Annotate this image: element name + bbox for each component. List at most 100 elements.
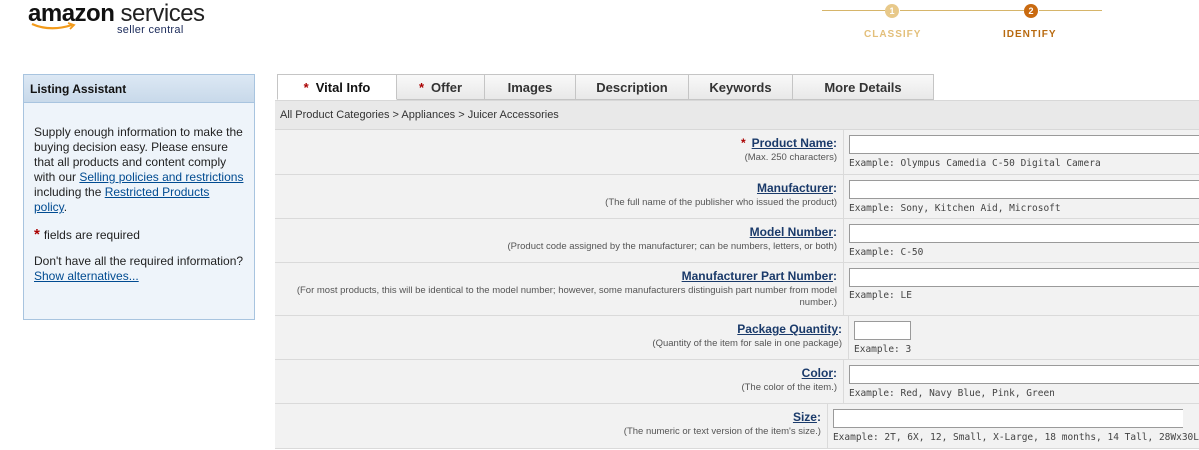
field-example: Example: Sony, Kitchen Aid, Microsoft xyxy=(849,203,1061,214)
label-colon: : xyxy=(833,136,837,150)
required-star-icon: * xyxy=(418,80,424,95)
field-name: Package Quantity: xyxy=(275,322,842,336)
field-input-cell: Example: C-50 xyxy=(844,219,1199,262)
tab-label: Images xyxy=(507,80,553,95)
label-colon: : xyxy=(833,366,837,380)
manufacturer-help-link[interactable]: Manufacturer xyxy=(757,181,833,195)
field-description: (Max. 250 characters) xyxy=(744,152,837,163)
vital-info-form: All Product Categories > Appliances > Ju… xyxy=(275,100,1199,449)
assistant-intro-period: . xyxy=(63,200,68,214)
field-label-cell: Color: (The color of the item.) xyxy=(275,360,844,403)
field-description: (For most products, this will be identic… xyxy=(296,285,837,308)
field-name: Manufacturer: xyxy=(275,181,837,195)
manufacturer-input[interactable] xyxy=(849,180,1199,199)
alternatives-text: Don't have all the required information? xyxy=(34,254,244,268)
step-1-label: CLASSIFY xyxy=(864,29,922,40)
color-help-link[interactable]: Color xyxy=(802,366,833,380)
listing-assistant-panel: Listing Assistant Supply enough informat… xyxy=(23,74,255,320)
model-number-input[interactable] xyxy=(849,224,1199,243)
field-label-cell: Manufacturer Part Number: (For most produ… xyxy=(275,263,844,315)
field-row-manufacturer-part-number: Manufacturer Part Number: (For most produ… xyxy=(275,263,1199,316)
size-help-link[interactable]: Size xyxy=(793,410,817,424)
amazon-smile-icon xyxy=(31,22,76,30)
field-row-model-number: Model Number: (Product code assigned by t… xyxy=(275,219,1199,263)
progress-steps: 1 CLASSIFY 2 IDENTIFY xyxy=(822,0,1104,45)
progress-line-right xyxy=(1039,10,1102,11)
tab-label: More Details xyxy=(824,80,902,95)
field-input-cell: Example: Olympus Camedia C-50 Digital Ca… xyxy=(844,130,1199,174)
field-example: Example: Olympus Camedia C-50 Digital Ca… xyxy=(849,158,1101,169)
tab-images[interactable]: Images xyxy=(485,74,576,100)
required-note: * fields are required xyxy=(34,227,244,243)
model-number-help-link[interactable]: Model Number xyxy=(750,225,833,239)
field-label-cell: Package Quantity: (Quantity of the item f… xyxy=(275,316,849,359)
required-star-icon: * xyxy=(303,80,309,95)
listing-assistant-body: Supply enough information to make the bu… xyxy=(24,103,254,284)
manufacturer-part-number-input[interactable] xyxy=(849,268,1199,287)
required-star-icon: * xyxy=(34,226,40,243)
tab-vital-info[interactable]: * Vital Info xyxy=(277,74,397,100)
field-example: Example: C-50 xyxy=(849,247,924,258)
progress-line-middle xyxy=(900,10,1024,11)
package-quantity-help-link[interactable]: Package Quantity xyxy=(737,322,838,336)
form-rows: * Product Name: (Max. 250 characters) Examp… xyxy=(275,130,1199,449)
alternatives-note: Don't have all the required information?… xyxy=(34,254,244,284)
field-description: (The color of the item.) xyxy=(741,382,837,393)
tab-keywords[interactable]: Keywords xyxy=(689,74,793,100)
tab-label: Description xyxy=(596,80,668,95)
field-name: Color: xyxy=(275,366,837,380)
field-label-cell: Manufacturer: (The full name of the publi… xyxy=(275,175,844,218)
label-colon: : xyxy=(833,225,837,239)
field-label-cell: * Product Name: (Max. 250 characters) xyxy=(275,130,844,174)
field-input-cell: Example: Sony, Kitchen Aid, Microsoft xyxy=(844,175,1199,218)
logo-brand-services: services xyxy=(120,0,206,27)
field-name: * Product Name: xyxy=(275,136,837,150)
label-colon: : xyxy=(838,322,842,336)
field-input-cell: Example: Red, Navy Blue, Pink, Green xyxy=(844,360,1199,403)
tab-more-details[interactable]: More Details xyxy=(793,74,934,100)
field-label-cell: Model Number: (Product code assigned by t… xyxy=(275,219,844,262)
field-input-cell: Example: 3 xyxy=(849,316,1199,359)
field-example: Example: 2T, 6X, 12, Small, X-Large, 18 … xyxy=(832,432,1199,443)
field-description: (Product code assigned by the manufactur… xyxy=(507,241,837,252)
color-input[interactable] xyxy=(849,365,1199,384)
field-example: Example: LE xyxy=(849,290,912,301)
field-row-manufacturer: Manufacturer: (The full name of the publi… xyxy=(275,175,1199,219)
field-input-cell: Example: 2T, 6X, 12, Small, X-Large, 18 … xyxy=(827,404,1199,448)
show-alternatives-link[interactable]: Show alternatives... xyxy=(34,269,139,283)
amazon-services-logo[interactable]: amazon services seller central xyxy=(28,0,206,37)
tab-offer[interactable]: * Offer xyxy=(397,74,485,100)
tab-description[interactable]: Description xyxy=(576,74,689,100)
field-example: Example: Red, Navy Blue, Pink, Green xyxy=(849,388,1055,399)
logo-subtitle: seller central xyxy=(117,24,184,36)
progress-line-left xyxy=(822,10,885,11)
size-input[interactable] xyxy=(832,409,1183,428)
field-description: (The full name of the publisher who issu… xyxy=(605,197,837,208)
selling-policies-link[interactable]: Selling policies and restrictions xyxy=(79,170,243,184)
listing-assistant-title: Listing Assistant xyxy=(24,75,254,103)
assistant-intro-text-2: including the xyxy=(34,185,105,199)
package-quantity-input[interactable] xyxy=(854,321,911,340)
field-input-cell: Example: LE xyxy=(844,263,1199,315)
field-name: Manufacturer Part Number: xyxy=(275,269,837,283)
field-row-size: Size: (The numeric or text version of the… xyxy=(275,404,1199,449)
field-description: (Quantity of the item for sale in one pa… xyxy=(652,338,842,349)
label-colon: : xyxy=(816,410,821,424)
field-row-color: Color: (The color of the item.) Example: R… xyxy=(275,360,1199,404)
field-name: Model Number: xyxy=(275,225,837,239)
label-colon: : xyxy=(833,269,837,283)
label-colon: : xyxy=(833,181,837,195)
product-name-input[interactable] xyxy=(849,135,1199,154)
tab-label: Keywords xyxy=(709,80,772,95)
tab-bar: * Vital Info * Offer Images Description Keywor… xyxy=(277,74,934,100)
step-2-label: IDENTIFY xyxy=(1003,29,1057,40)
manufacturer-part-number-help-link[interactable]: Manufacturer Part Number xyxy=(682,269,833,283)
field-name: Size: xyxy=(275,410,821,424)
tab-label: Offer xyxy=(431,80,463,95)
field-label-cell: Size: (The numeric or text version of the… xyxy=(275,404,828,448)
field-description: (The numeric or text version of the item… xyxy=(623,426,821,437)
field-row-package-quantity: Package Quantity: (Quantity of the item f… xyxy=(275,316,1199,360)
step-2-icon: 2 xyxy=(1024,4,1038,18)
product-name-help-link[interactable]: Product Name xyxy=(752,136,833,150)
step-1-icon: 1 xyxy=(885,4,899,18)
